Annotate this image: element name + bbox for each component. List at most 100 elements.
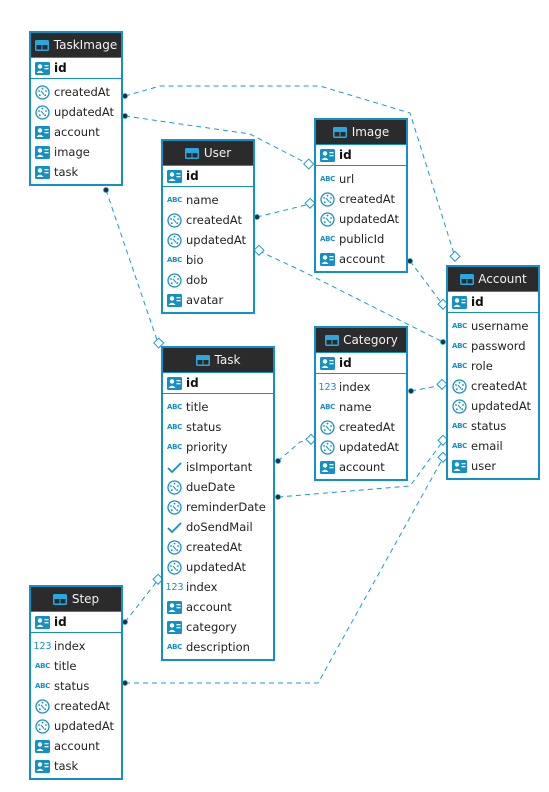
datetime-icon (167, 539, 182, 555)
attribute-row[interactable]: category (163, 617, 273, 637)
edge-step-task[interactable] (124, 579, 159, 623)
attribute-name: description (186, 640, 250, 654)
attribute-name: title (54, 659, 77, 673)
primary-key-row[interactable]: id (163, 166, 253, 187)
attribute-row[interactable]: ABC title (163, 397, 273, 417)
attribute-name: createdAt (54, 699, 110, 713)
attribute-row[interactable]: task (31, 162, 121, 182)
attribute-row[interactable]: avatar (163, 290, 253, 310)
attribute-name: account (54, 125, 100, 139)
edge-user-image[interactable] (256, 203, 311, 218)
attribute-row[interactable]: ABC role (448, 356, 538, 376)
entity-header[interactable]: Task (163, 348, 273, 373)
attribute-row[interactable]: ABC status (163, 417, 273, 437)
key-card-icon (167, 293, 182, 308)
entity-title: Category (343, 333, 398, 347)
attribute-row[interactable]: 123 index (31, 636, 121, 656)
attribute-row[interactable]: ABC name (163, 190, 253, 210)
entity-step[interactable]: Step id 123 index ABC title ABC status created… (29, 585, 123, 780)
attribute-row[interactable]: dob (163, 270, 253, 290)
attribute-row[interactable]: createdAt (31, 82, 121, 102)
text-icon: ABC (320, 403, 335, 411)
attribute-name: category (186, 620, 237, 634)
attribute-row[interactable]: ABC bio (163, 250, 253, 270)
entity-taskimage[interactable]: TaskImage id createdAt updatedAt account im… (29, 31, 123, 186)
attribute-row[interactable]: createdAt (448, 376, 538, 396)
entity-account[interactable]: Account id ABC username ABC password ABC role… (446, 265, 540, 480)
attribute-row[interactable]: ABC email (448, 436, 538, 456)
attribute-row[interactable]: isImportant (163, 457, 273, 477)
attribute-row[interactable]: ABC description (163, 637, 273, 657)
edge-image-account[interactable] (409, 260, 444, 306)
entity-header[interactable]: Account (448, 267, 538, 292)
attribute-row[interactable]: updatedAt (31, 102, 121, 122)
primary-key-row[interactable]: id (316, 145, 406, 166)
attribute-row[interactable]: account (31, 122, 121, 142)
entity-image[interactable]: Image id ABC url createdAt updatedAt ABC publ… (314, 118, 408, 273)
entity-header[interactable]: Category (316, 328, 406, 353)
text-icon: ABC (35, 662, 50, 670)
attribute-row[interactable]: createdAt (163, 537, 273, 557)
attribute-row[interactable]: createdAt (316, 417, 406, 437)
attribute-row[interactable]: updatedAt (316, 209, 406, 229)
entity-header[interactable]: Image (316, 120, 406, 145)
attribute-row[interactable]: createdAt (31, 696, 121, 716)
attribute-name: password (471, 339, 526, 353)
attribute-row[interactable]: account (316, 457, 406, 477)
attribute-row[interactable]: updatedAt (316, 437, 406, 457)
attribute-row[interactable]: account (31, 736, 121, 756)
entity-user[interactable]: User id ABC name createdAt updatedAt ABC bio d… (161, 139, 255, 314)
entity-header[interactable]: Step (31, 587, 121, 612)
attribute-row[interactable]: 123 index (163, 577, 273, 597)
attribute-row[interactable]: updatedAt (448, 396, 538, 416)
attribute-row[interactable]: doSendMail (163, 517, 273, 537)
text-icon: ABC (167, 443, 182, 451)
primary-key-row[interactable]: id (316, 353, 406, 374)
attribute-row[interactable]: ABC status (31, 676, 121, 696)
attribute-row[interactable]: ABC publicId (316, 229, 406, 249)
edge-category-account[interactable] (410, 384, 444, 392)
attribute-row[interactable]: ABC title (31, 656, 121, 676)
attribute-row[interactable]: ABC status (448, 416, 538, 436)
primary-key-row[interactable]: id (163, 373, 273, 394)
key-card-icon (35, 615, 50, 630)
key-card-icon (35, 759, 50, 774)
attribute-row[interactable]: account (316, 249, 406, 269)
entity-header[interactable]: User (163, 141, 253, 166)
datetime-icon (167, 499, 182, 515)
entity-task[interactable]: Task id ABC title ABC status ABC priority isIm… (161, 346, 275, 661)
key-card-icon (320, 252, 335, 267)
primary-key-row[interactable]: id (448, 292, 538, 313)
attribute-name: account (186, 600, 232, 614)
attribute-name: priority (186, 440, 228, 454)
attribute-row[interactable]: reminderDate (163, 497, 273, 517)
primary-key-row[interactable]: id (31, 612, 121, 633)
primary-key-name: id (54, 61, 67, 75)
entity-title: Account (478, 272, 527, 286)
entity-category[interactable]: Category id 123 index ABC name createdAt upda… (314, 326, 408, 481)
edge-task-category[interactable] (277, 439, 312, 462)
attribute-row[interactable]: 123 index (316, 377, 406, 397)
attribute-row[interactable]: updatedAt (163, 230, 253, 250)
entity-title: Task (214, 353, 241, 367)
attribute-row[interactable]: image (31, 142, 121, 162)
attribute-row[interactable]: createdAt (163, 210, 253, 230)
attribute-row[interactable]: updatedAt (163, 557, 273, 577)
attribute-row[interactable]: account (163, 597, 273, 617)
attribute-row[interactable]: dueDate (163, 477, 273, 497)
attribute-row[interactable]: createdAt (316, 189, 406, 209)
attribute-row[interactable]: ABC priority (163, 437, 273, 457)
datetime-icon (320, 439, 335, 455)
attribute-name: updatedAt (339, 212, 399, 226)
primary-key-row[interactable]: id (31, 58, 121, 79)
key-card-icon (452, 295, 467, 310)
edge-taskimage-task[interactable] (105, 189, 159, 344)
entity-header[interactable]: TaskImage (31, 33, 121, 58)
attribute-row[interactable]: ABC username (448, 316, 538, 336)
attribute-row[interactable]: ABC password (448, 336, 538, 356)
attribute-row[interactable]: updatedAt (31, 716, 121, 736)
attribute-row[interactable]: ABC name (316, 397, 406, 417)
attribute-row[interactable]: user (448, 456, 538, 476)
attribute-row[interactable]: task (31, 756, 121, 776)
attribute-row[interactable]: ABC url (316, 169, 406, 189)
